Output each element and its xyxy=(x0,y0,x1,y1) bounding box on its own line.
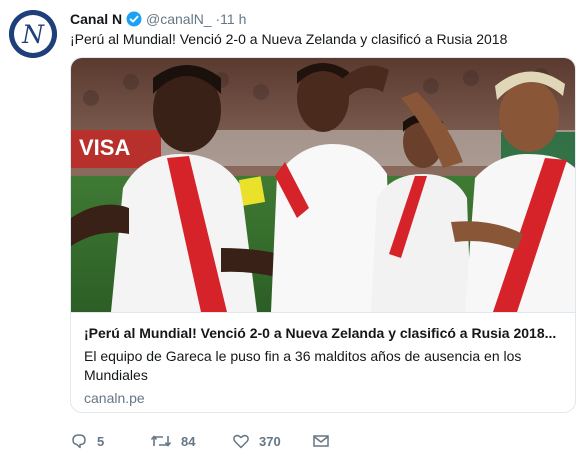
timestamp[interactable]: 11 h xyxy=(220,11,246,27)
retweet-icon xyxy=(150,435,172,447)
like-count: 370 xyxy=(259,433,281,449)
card-description: El equipo de Gareca le puso fin a 36 mal… xyxy=(84,348,522,383)
heart-icon xyxy=(233,434,249,449)
retweet-button[interactable]: 84 xyxy=(150,432,195,450)
card-body: ¡Perú al Mundial! Venció 2-0 a Nueva Zel… xyxy=(71,312,575,406)
tweet-text: ¡Perú al Mundial! Venció 2-0 a Nueva Zel… xyxy=(70,31,508,47)
envelope-icon xyxy=(313,435,329,447)
like-button[interactable]: 370 xyxy=(232,432,281,450)
avatar-letter: N xyxy=(21,20,45,49)
tweet-header: Canal N @canalN_ ·11 h xyxy=(70,10,246,31)
reply-icon xyxy=(72,434,86,449)
direct-message-button[interactable] xyxy=(312,432,330,450)
reply-button[interactable]: 5 xyxy=(70,432,104,450)
link-card[interactable]: VISA ¡Perú al Mundial! Venció 2-0 a Nuev… xyxy=(70,57,576,413)
handle[interactable]: @canalN_ xyxy=(146,11,212,27)
tweet[interactable]: N Canal N @canalN_ ·11 h ¡Perú al Mundia… xyxy=(0,0,586,463)
verified-badge-icon xyxy=(126,11,142,31)
banner-text: VISA xyxy=(79,135,130,160)
retweet-count: 84 xyxy=(181,433,196,449)
card-title[interactable]: ¡Perú al Mundial! Venció 2-0 a Nueva Zel… xyxy=(84,324,564,343)
card-image: VISA xyxy=(71,58,575,312)
avatar[interactable]: N xyxy=(9,10,57,58)
display-name[interactable]: Canal N xyxy=(70,11,122,27)
reply-count: 5 xyxy=(97,433,105,449)
card-domain: canaln.pe xyxy=(84,390,145,406)
